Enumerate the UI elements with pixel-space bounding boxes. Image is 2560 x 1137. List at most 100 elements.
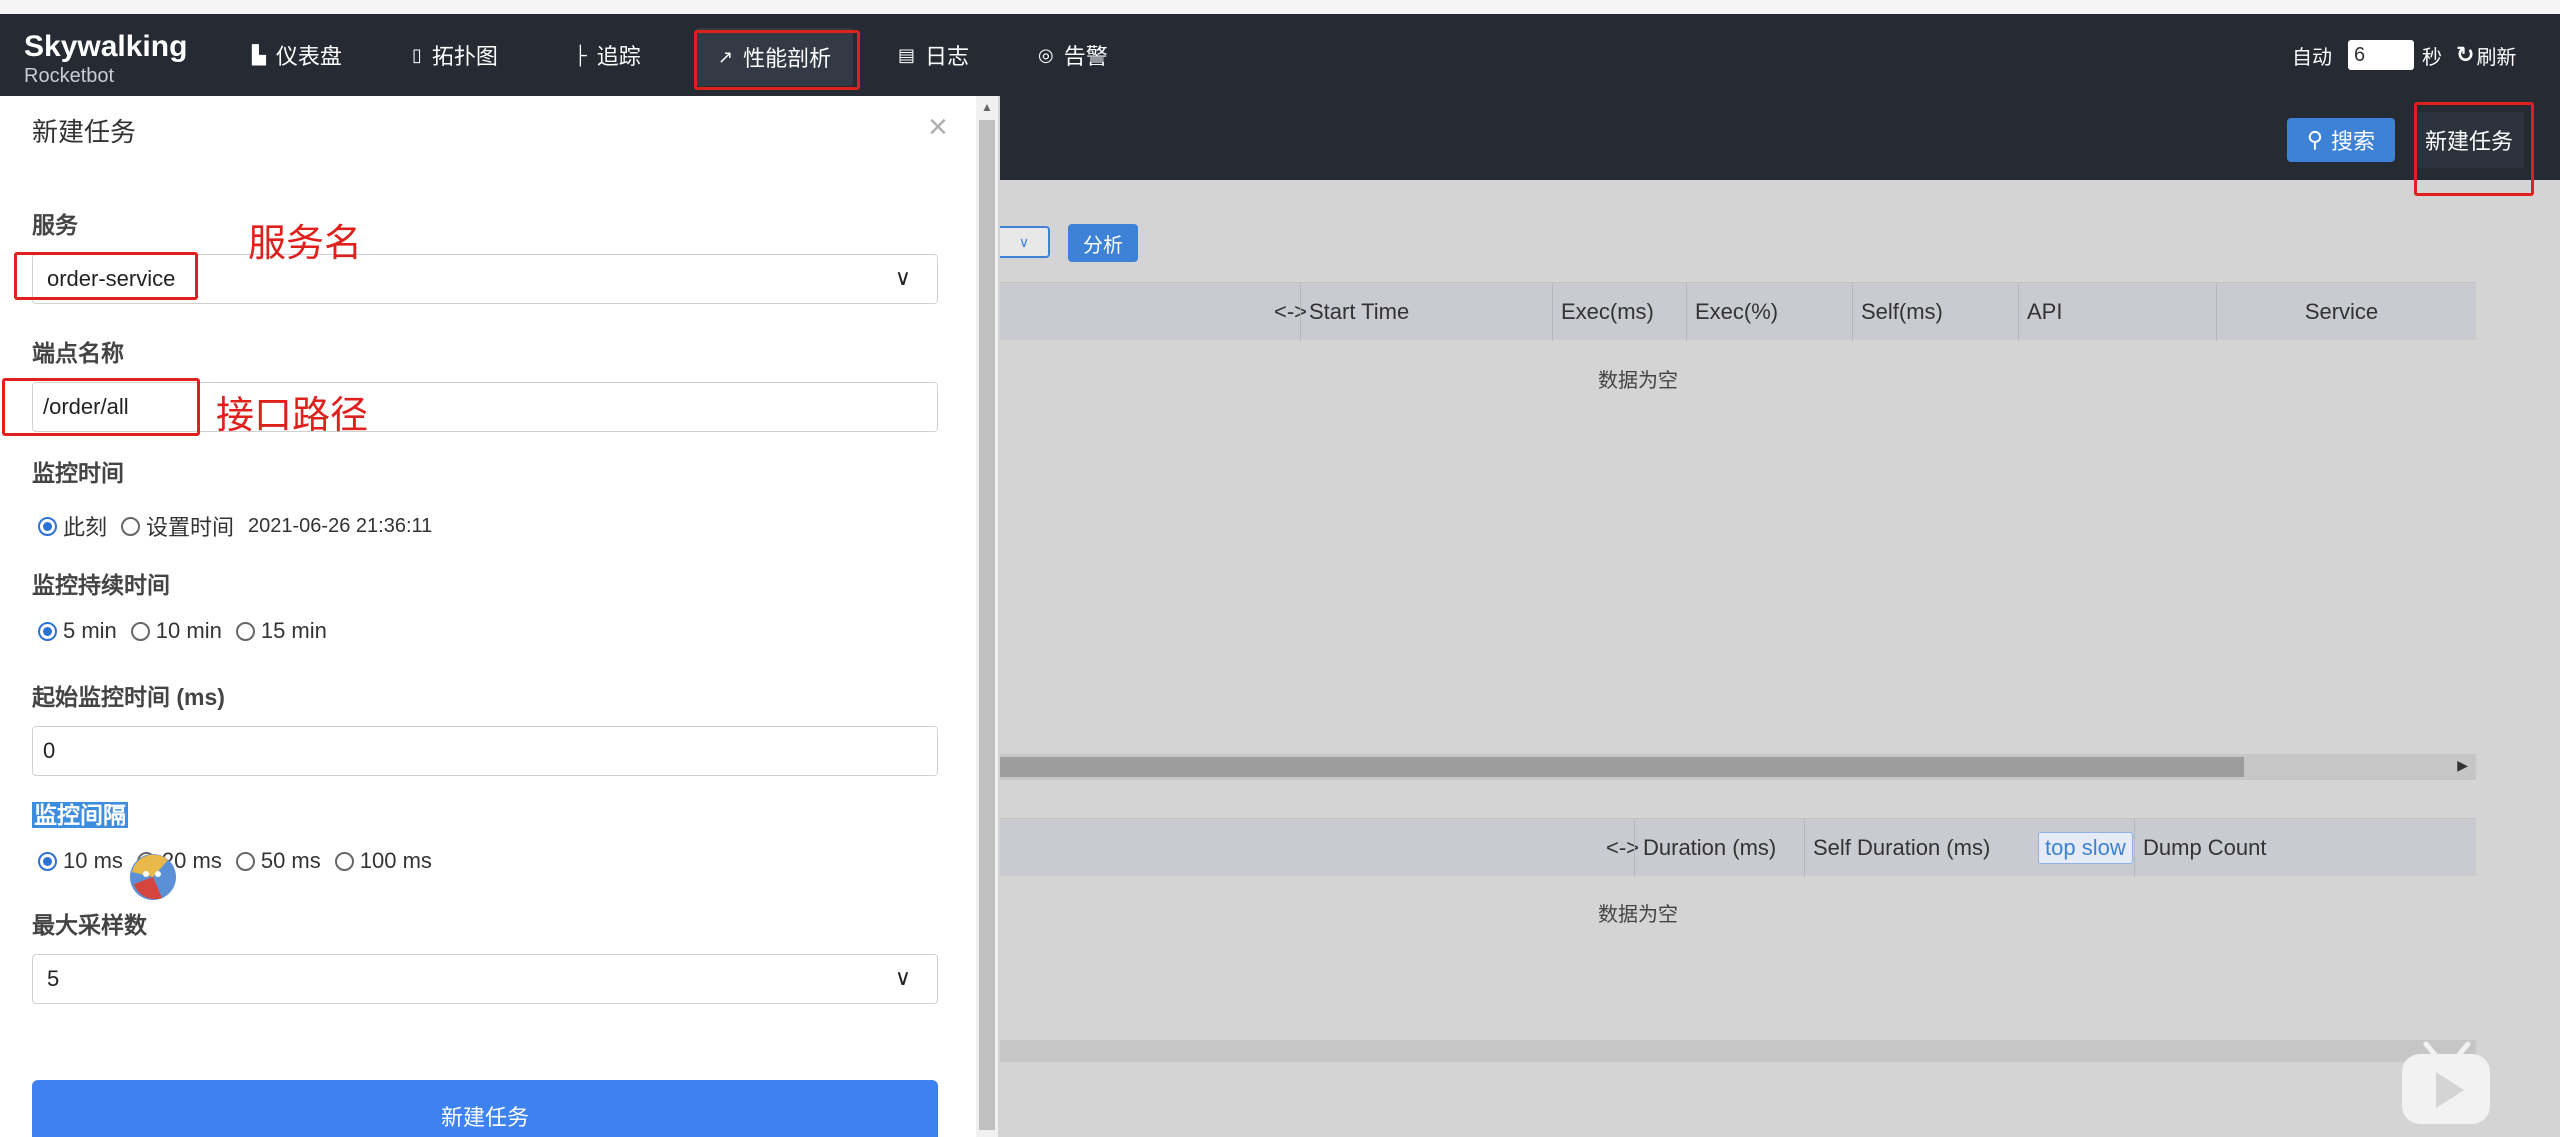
monitor-now-radio[interactable]: 此刻 (38, 510, 107, 542)
nav-trace[interactable]: ├ 追踪 (574, 14, 641, 96)
horizontal-scrollbar[interactable]: ▶ (1000, 754, 2476, 780)
top-slow-button[interactable]: top slow (2030, 819, 2133, 877)
search-label: 搜索 (2331, 129, 2376, 154)
endpoint-label: 端点名称 (32, 340, 124, 366)
topology-icon: ▯ (412, 44, 422, 65)
max-samples-select[interactable]: 5 ∨ (32, 954, 938, 1004)
annotation-service-note: 服务名 (248, 221, 363, 265)
radio-checked-icon (38, 516, 57, 536)
duration-5-radio[interactable]: 5 min (38, 618, 117, 644)
analyze-button[interactable]: 分析 (1068, 224, 1138, 262)
interval-options: 10 ms 20 ms 50 ms 100 ms (38, 848, 446, 874)
top-table-empty: 数据为空 (1598, 370, 1678, 392)
top-slow-label: top slow (2038, 832, 2133, 864)
logo-brand: Skywalking (24, 30, 188, 63)
auto-refresh-control: 自动 6 秒 ↻ 刷新 (2292, 14, 2516, 96)
refresh-button[interactable]: ↻ 刷新 (2456, 41, 2516, 70)
duration-15-label: 15 min (260, 618, 327, 643)
logo: Skywalking Rocketbot (24, 30, 188, 87)
nav-dashboard[interactable]: ▙ 仪表盘 (252, 14, 342, 96)
service-select[interactable]: order-service ∨ (32, 254, 938, 304)
interval-50-label: 50 ms (260, 848, 321, 873)
endpoint-input[interactable]: /order/all (32, 382, 938, 432)
col-dump-count: Dump Count (2134, 819, 2302, 877)
nav-profile[interactable]: ↗ 性能剖析 (696, 28, 854, 86)
service-label: 服务 (32, 212, 78, 238)
col-service: Service (2216, 283, 2466, 341)
duration-5-label: 5 min (63, 618, 117, 643)
col-self-duration: Self Duration (ms) (1804, 819, 2030, 877)
col-duration: Duration (ms) (1634, 819, 1804, 877)
nav-log[interactable]: ▤ 日志 (898, 14, 969, 96)
window-top-strip (0, 0, 2560, 14)
col-start-time: Start Time (1300, 283, 1552, 341)
max-samples-value: 5 (47, 966, 60, 991)
create-task-button[interactable]: 新建任务 (32, 1080, 938, 1137)
interval-label: 监控间隔 (32, 796, 128, 830)
nav-trace-label: 追踪 (596, 44, 641, 69)
log-icon: ▤ (898, 44, 916, 65)
interval-50-radio[interactable]: 50 ms (235, 848, 321, 874)
start-time-value: 0 (43, 738, 56, 763)
endpoint-value: /order/all (43, 394, 129, 419)
refresh-icon: ↻ (2456, 42, 2475, 67)
panel-vertical-scrollbar[interactable]: ▲ (976, 96, 998, 1137)
nav-alarm-label: 告警 (1063, 44, 1108, 69)
close-icon[interactable]: × (928, 110, 948, 144)
radio-icon (121, 516, 141, 536)
bottom-scrollbar[interactable] (1000, 1040, 2476, 1062)
nav-alarm[interactable]: ◎ 告警 (1038, 14, 1108, 96)
start-time-label: 起始监控时间 (ms) (32, 684, 225, 710)
interval-100-radio[interactable]: 100 ms (334, 848, 432, 874)
scroll-up-icon[interactable]: ▲ (981, 100, 993, 114)
refresh-label: 刷新 (2476, 46, 2517, 69)
alarm-icon: ◎ (1038, 44, 1054, 65)
new-task-panel: 新建任务 × 服务 order-service ∨ 端点名称 /order/al… (0, 96, 998, 1137)
top-navbar: Skywalking Rocketbot ▙ 仪表盘 ▯ 拓扑图 ├ 追踪 ↗ … (0, 14, 2560, 96)
chevron-down-icon: ∨ (894, 965, 911, 990)
duration-options: 5 min 10 min 15 min (38, 618, 341, 644)
interval-10-label: 10 ms (63, 848, 123, 873)
interval-label-text: 监控间隔 (32, 802, 128, 828)
nav-profile-label: 性能剖析 (743, 46, 832, 71)
segment-select[interactable]: ∨ (1000, 226, 1050, 258)
logo-sub: Rocketbot (24, 65, 115, 87)
duration-10-label: 10 min (155, 618, 222, 643)
panel-scroll-thumb[interactable] (979, 120, 995, 1130)
col-exec-ms: Exec(ms) (1552, 283, 1686, 341)
thread-stack-header: <-> Duration (ms) Self Duration (ms) top… (1000, 818, 2476, 877)
new-task-button[interactable]: 新建任务 (2414, 112, 2524, 168)
search-button[interactable]: ⚲ 搜索 (2287, 118, 2395, 162)
monitor-time-value: 2021-06-26 21:36:11 (248, 514, 433, 537)
scroll-right-icon[interactable]: ▶ (2457, 757, 2468, 774)
bottom-table-empty: 数据为空 (1598, 904, 1678, 926)
scrollbar-thumb[interactable] (1000, 757, 2244, 777)
service-value: order-service (47, 266, 176, 291)
duration-15-radio[interactable]: 15 min (235, 618, 327, 644)
chevron-down-icon: ∨ (894, 265, 911, 290)
monitor-set-time-radio[interactable]: 设置时间 (121, 510, 234, 542)
annotation-endpoint-note: 接口路径 (216, 393, 369, 437)
interval-10-radio[interactable]: 10 ms (38, 848, 123, 874)
chevron-down-icon: ∨ (1018, 233, 1030, 250)
nav-topology-label: 拓扑图 (431, 44, 498, 69)
interval-input[interactable]: 6 (2348, 40, 2414, 70)
duration-10-radio[interactable]: 10 min (130, 618, 222, 644)
radio-icon (130, 621, 150, 641)
nav-log-label: 日志 (925, 44, 970, 69)
search-icon: ⚲ (2306, 127, 2324, 152)
emoji-sticker-icon (130, 854, 176, 900)
col-self-ms: Self(ms) (1852, 283, 2018, 341)
start-time-input[interactable]: 0 (32, 726, 938, 776)
panel-title: 新建任务 (32, 117, 137, 147)
monitor-time-label: 监控时间 (32, 460, 124, 486)
monitor-set-time-label: 设置时间 (146, 515, 235, 540)
nav-topology[interactable]: ▯ 拓扑图 (412, 14, 498, 96)
seconds-label: 秒 (2422, 46, 2442, 69)
radio-checked-icon (38, 851, 57, 871)
stack-expand-toggle[interactable]: <-> (1598, 819, 1639, 877)
col-exec-pct: Exec(%) (1686, 283, 1852, 341)
play-watermark-icon (2402, 1041, 2490, 1124)
radio-icon (235, 621, 255, 641)
max-samples-label: 最大采样数 (32, 912, 147, 938)
